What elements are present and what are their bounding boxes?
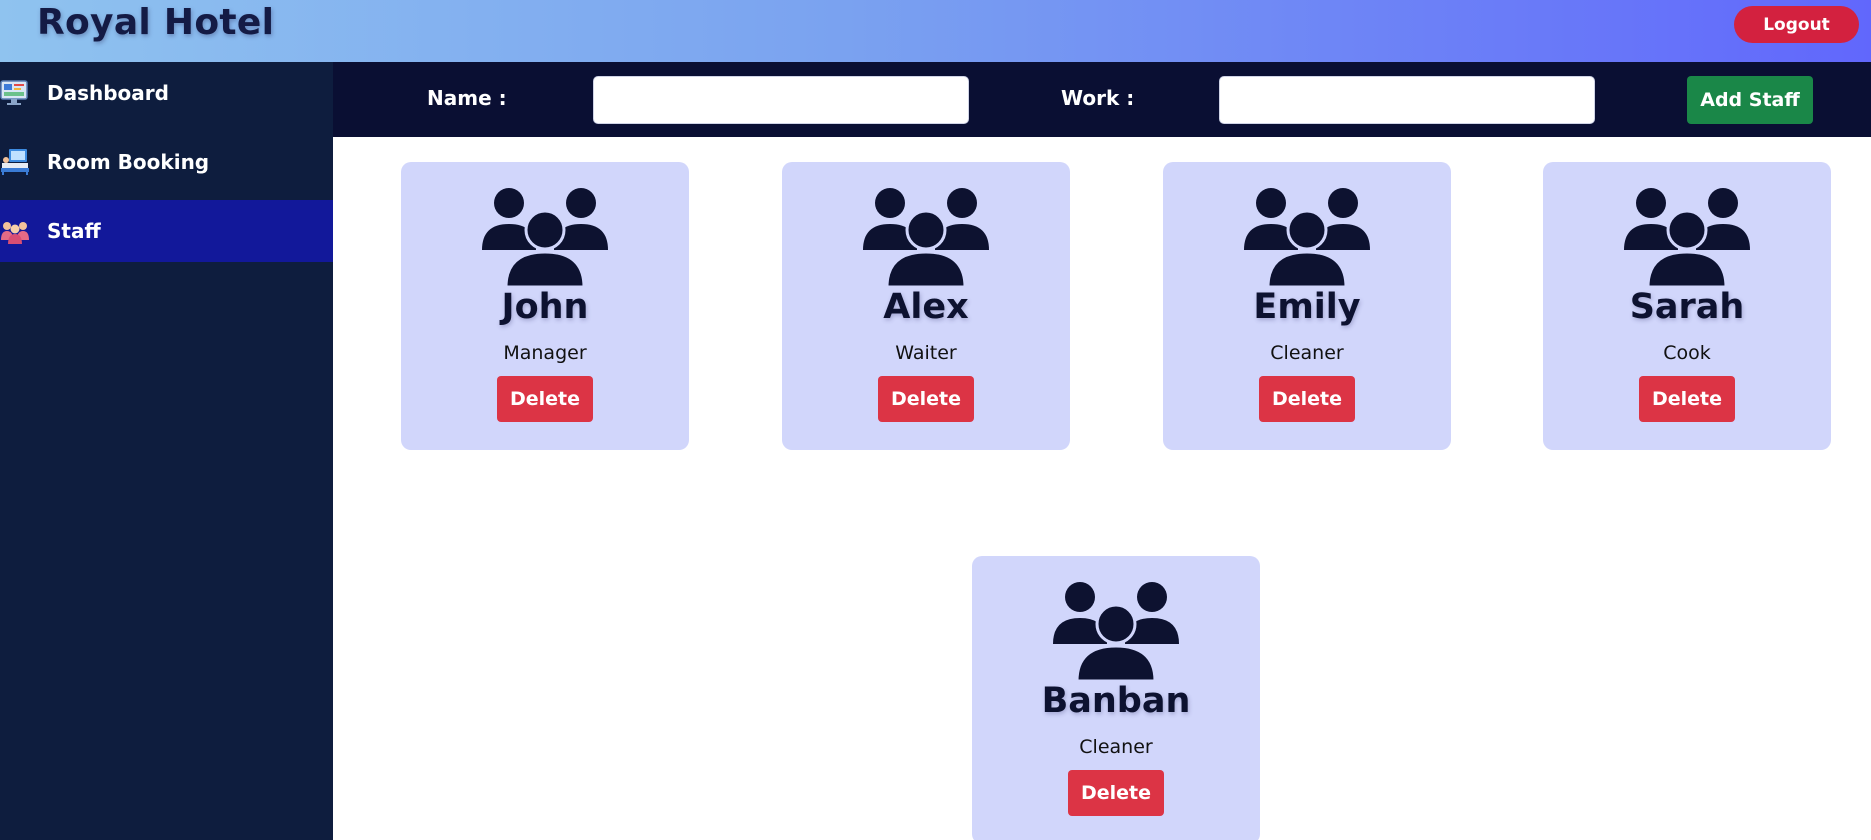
group-icon: [1053, 582, 1179, 681]
staff-icon: [1, 222, 29, 244]
staff-card: Alex Waiter Delete: [782, 162, 1070, 450]
dashboard-icon: [0, 80, 28, 105]
staff-card: Banban Cleaner Delete: [972, 556, 1260, 840]
delete-button[interactable]: Delete: [497, 376, 593, 422]
sidebar-item-staff[interactable]: Staff: [0, 200, 333, 262]
sidebar-item-label: Room Booking: [47, 150, 210, 174]
sidebar-item-dashboard[interactable]: Dashboard: [0, 62, 333, 124]
add-staff-button[interactable]: Add Staff: [1687, 76, 1813, 124]
staff-name: Banban: [1041, 681, 1191, 721]
staff-name: Alex: [883, 287, 969, 327]
work-label: Work :: [1061, 86, 1135, 110]
sidebar-item-label: Dashboard: [47, 81, 169, 105]
staff-name: Sarah: [1629, 287, 1745, 327]
staff-card: Emily Cleaner Delete: [1163, 162, 1451, 450]
staff-name: John: [501, 287, 589, 327]
delete-button[interactable]: Delete: [1068, 770, 1164, 816]
delete-button[interactable]: Delete: [1259, 376, 1355, 422]
group-icon: [482, 188, 608, 287]
name-label: Name :: [427, 86, 507, 110]
group-icon: [1624, 188, 1750, 287]
staff-name: Emily: [1253, 287, 1361, 327]
group-icon: [1244, 188, 1370, 287]
top-header: Royal Hotel Logout: [0, 0, 1871, 62]
name-input[interactable]: [593, 76, 969, 124]
group-icon: [863, 188, 989, 287]
staff-role: Cook: [1663, 342, 1711, 364]
staff-card: John Manager Delete: [401, 162, 689, 450]
staff-role: Waiter: [895, 342, 957, 364]
app-title: Royal Hotel: [37, 2, 275, 43]
delete-button[interactable]: Delete: [1639, 376, 1735, 422]
staff-role: Manager: [503, 342, 587, 364]
sidebar-item-room-booking[interactable]: Room Booking: [0, 131, 333, 193]
delete-button[interactable]: Delete: [878, 376, 974, 422]
add-staff-form: Name : Work : Add Staff: [333, 62, 1871, 137]
logout-button[interactable]: Logout: [1734, 6, 1859, 43]
staff-role: Cleaner: [1079, 736, 1153, 758]
staff-role: Cleaner: [1270, 342, 1344, 364]
sidebar: Dashboard Room Booking Staff: [0, 62, 333, 840]
room-booking-icon: [1, 149, 29, 175]
work-input[interactable]: [1219, 76, 1595, 124]
sidebar-item-label: Staff: [47, 219, 101, 243]
staff-card: Sarah Cook Delete: [1543, 162, 1831, 450]
